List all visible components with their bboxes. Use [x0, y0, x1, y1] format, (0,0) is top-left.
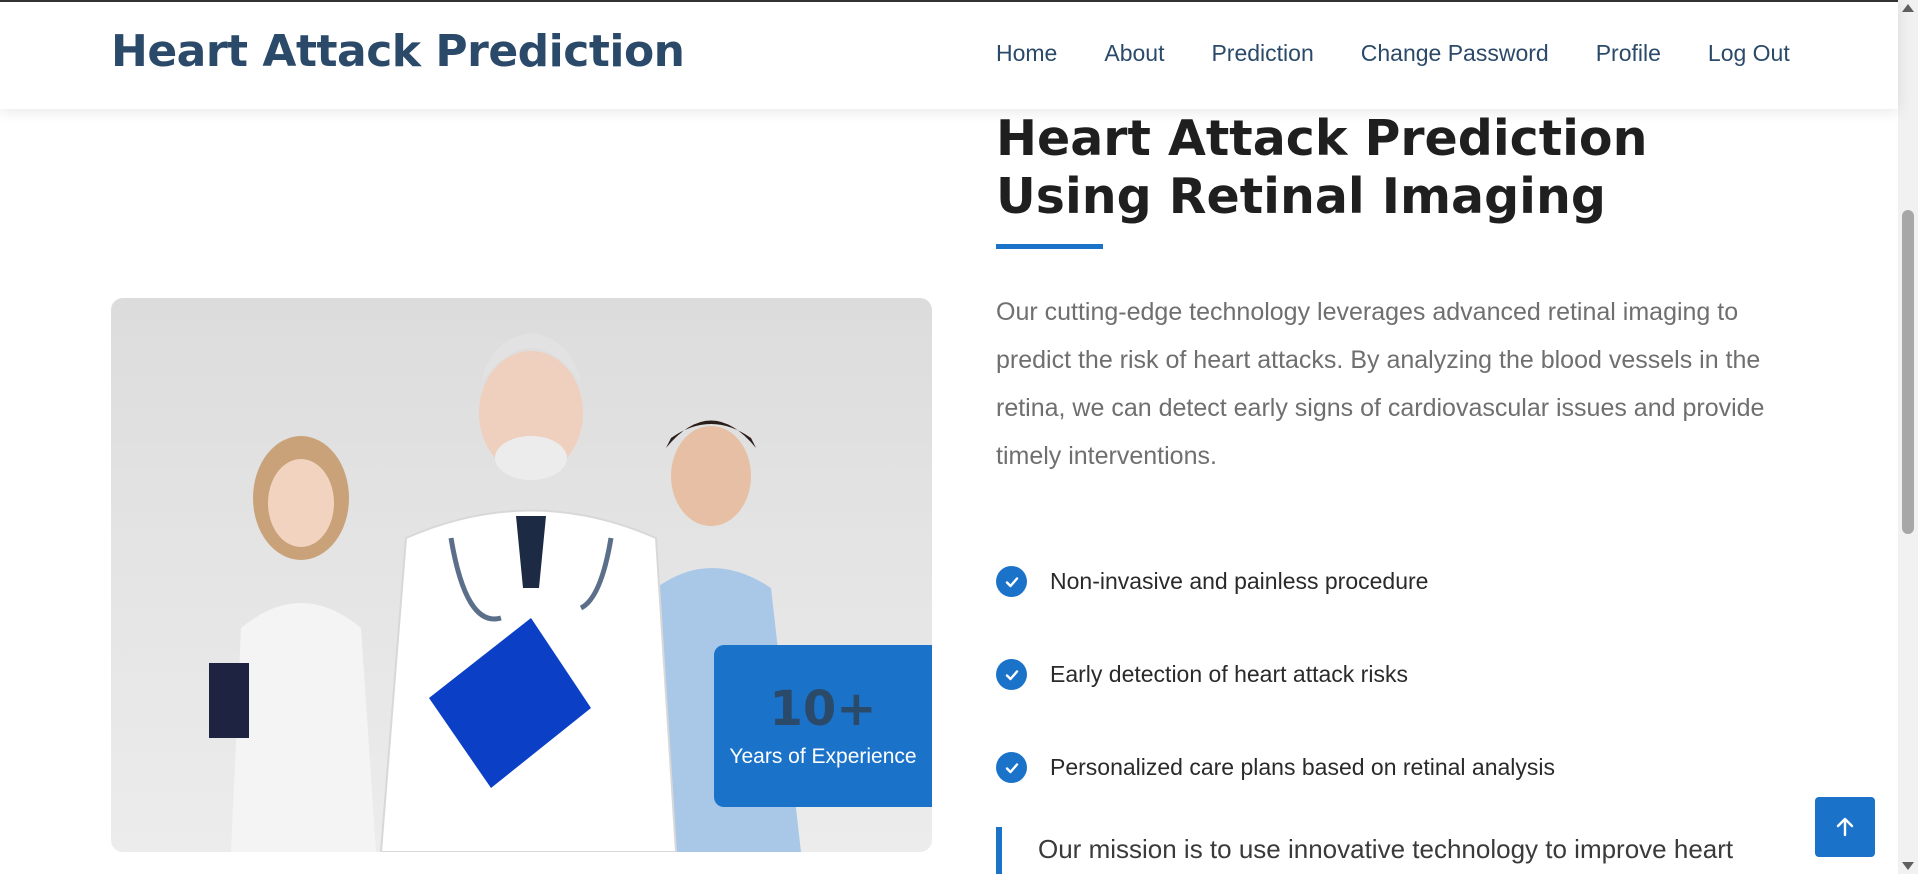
arrow-up-icon: [1836, 817, 1854, 837]
experience-label: Years of Experience: [729, 745, 917, 768]
nav-profile[interactable]: Profile: [1596, 40, 1661, 67]
nav-home[interactable]: Home: [996, 40, 1057, 67]
experience-number: 10+: [769, 681, 877, 737]
site-brand[interactable]: Heart Attack Prediction: [111, 26, 685, 77]
site-header: Heart Attack Prediction Home About Predi…: [0, 0, 1898, 109]
scroll-thumb[interactable]: [1902, 210, 1914, 534]
hero-description: Our cutting-edge technology leverages ad…: [996, 298, 1765, 470]
nav-prediction[interactable]: Prediction: [1211, 40, 1313, 67]
main-nav: Home About Prediction Change Password Pr…: [996, 40, 1790, 67]
feature-text: Early detection of heart attack risks: [1050, 661, 1408, 687]
feature-text: Personalized care plans based on retinal…: [1050, 754, 1556, 780]
experience-badge: 10+ Years of Experience: [714, 645, 932, 807]
scroll-down-arrow-icon[interactable]: [1902, 862, 1914, 870]
nav-about[interactable]: About: [1104, 40, 1164, 67]
back-to-top-button[interactable]: [1815, 797, 1875, 857]
check-circle-icon: [996, 566, 1027, 597]
feature-item: Early detection of heart attack risks: [996, 628, 1756, 721]
mission-statement: Our mission is to use innovative technol…: [1038, 834, 1734, 864]
check-circle-icon: [996, 752, 1027, 783]
feature-text: Non-invasive and painless procedure: [1050, 568, 1429, 594]
title-underline: [996, 244, 1103, 249]
page-scrollbar[interactable]: [1898, 0, 1918, 874]
nav-logout[interactable]: Log Out: [1708, 40, 1790, 67]
feature-item: Non-invasive and painless procedure: [996, 535, 1756, 628]
page-title: Heart Attack Prediction Using Retinal Im…: [996, 110, 1648, 225]
mission-quote-bar: [996, 827, 1002, 874]
feature-item: Personalized care plans based on retinal…: [996, 721, 1756, 814]
scroll-up-arrow-icon[interactable]: [1902, 4, 1914, 12]
check-circle-icon: [996, 659, 1027, 690]
feature-list: Non-invasive and painless procedure Earl…: [996, 535, 1756, 814]
nav-change-password[interactable]: Change Password: [1361, 40, 1549, 67]
